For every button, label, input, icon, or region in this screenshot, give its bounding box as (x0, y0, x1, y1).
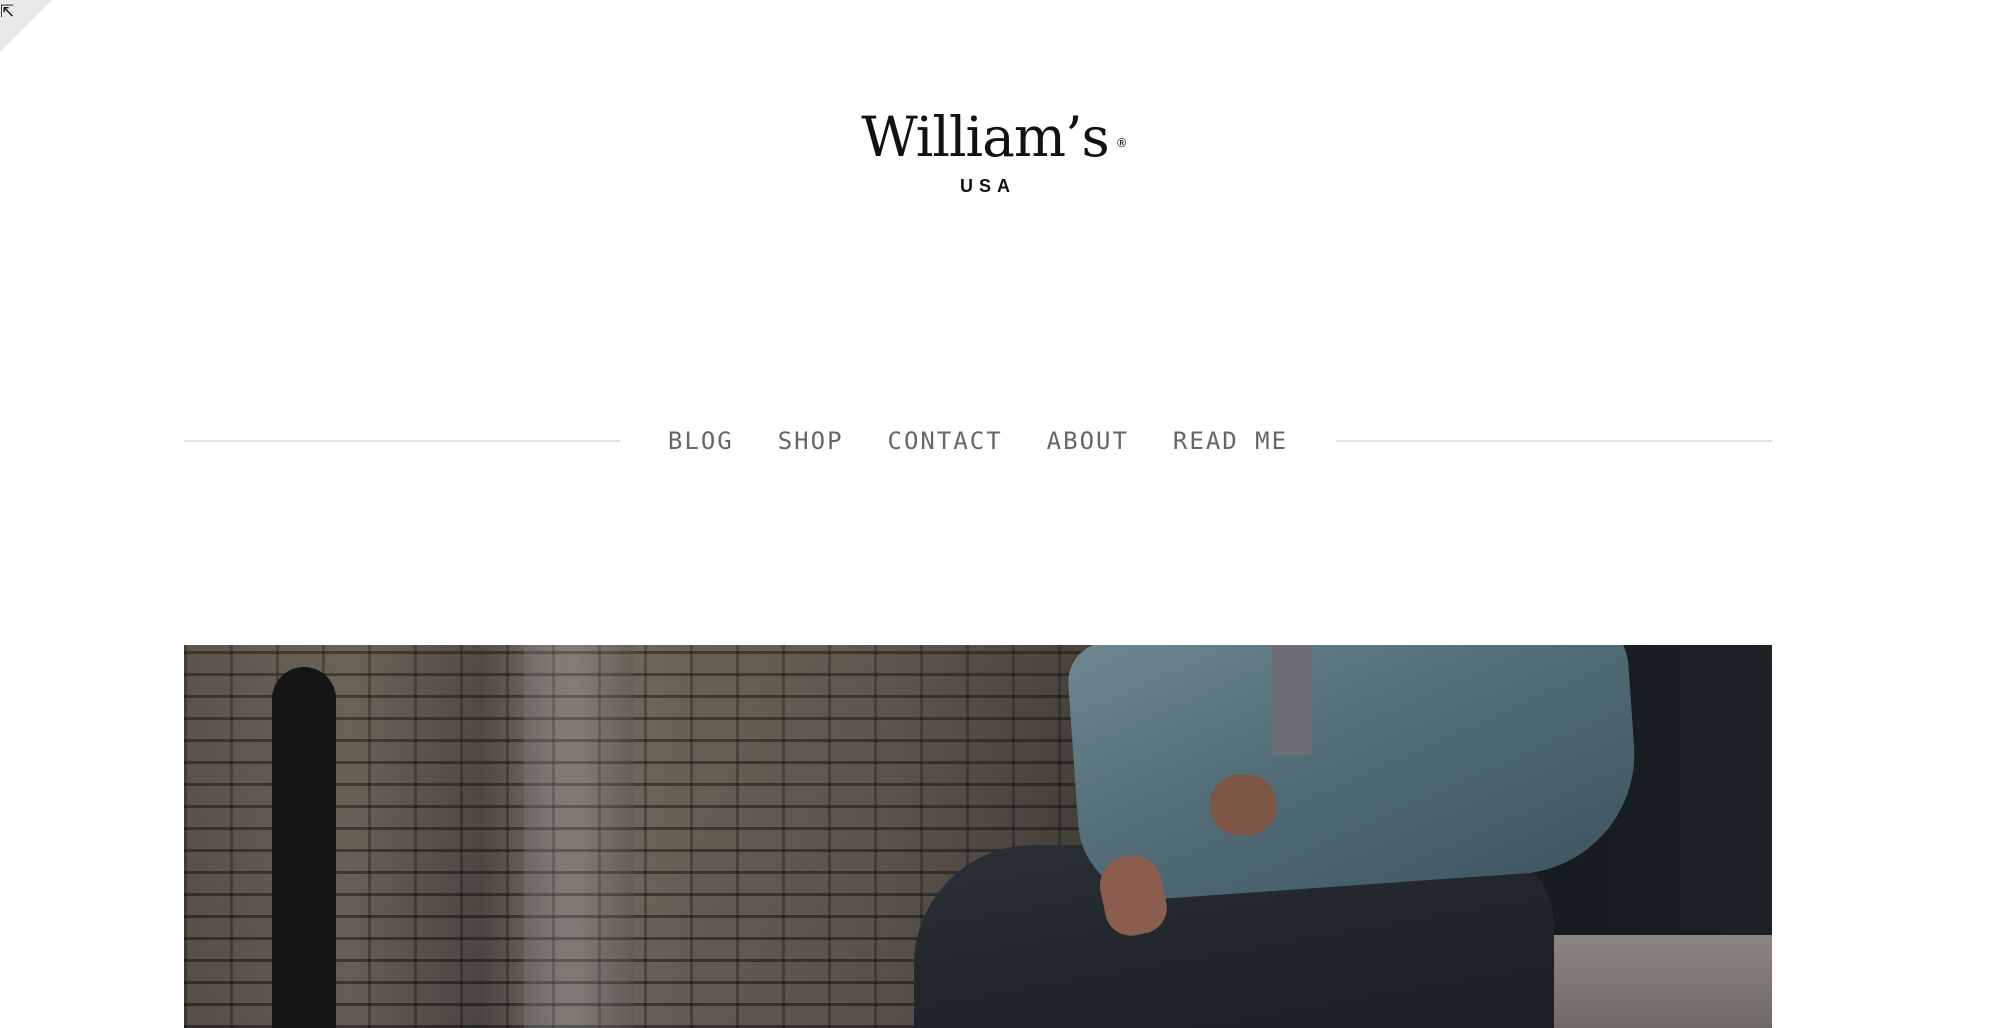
logo-wordmark-text: William’s (861, 105, 1110, 169)
site-logo[interactable]: William’s ® USA (0, 106, 1970, 197)
nav-item-contact[interactable]: CONTACT (888, 427, 1003, 455)
nav-divider-left (184, 440, 620, 442)
nav-item-read-me[interactable]: READ ME (1173, 427, 1288, 455)
nav-divider-right (1336, 440, 1772, 442)
hero-shirt (1272, 645, 1312, 755)
hero-stone-pillar (524, 645, 634, 1028)
hero-hand-right (1210, 775, 1276, 835)
resize-arrow-icon[interactable]: ⇱ (0, 2, 20, 22)
logo-wordmark: William’s ® (861, 105, 1128, 169)
main-navigation: BLOG SHOP CONTACT ABOUT READ ME (184, 427, 1772, 455)
logo-subtitle: USA (959, 176, 1016, 196)
nav-item-about[interactable]: ABOUT (1047, 427, 1129, 455)
nav-menu: BLOG SHOP CONTACT ABOUT READ ME (620, 427, 1336, 455)
nav-item-shop[interactable]: SHOP (778, 427, 844, 455)
hero-archway (272, 667, 336, 1028)
registered-mark: ® (1115, 136, 1128, 150)
nav-item-blog[interactable]: BLOG (668, 427, 734, 455)
hero-image (184, 645, 1772, 1028)
